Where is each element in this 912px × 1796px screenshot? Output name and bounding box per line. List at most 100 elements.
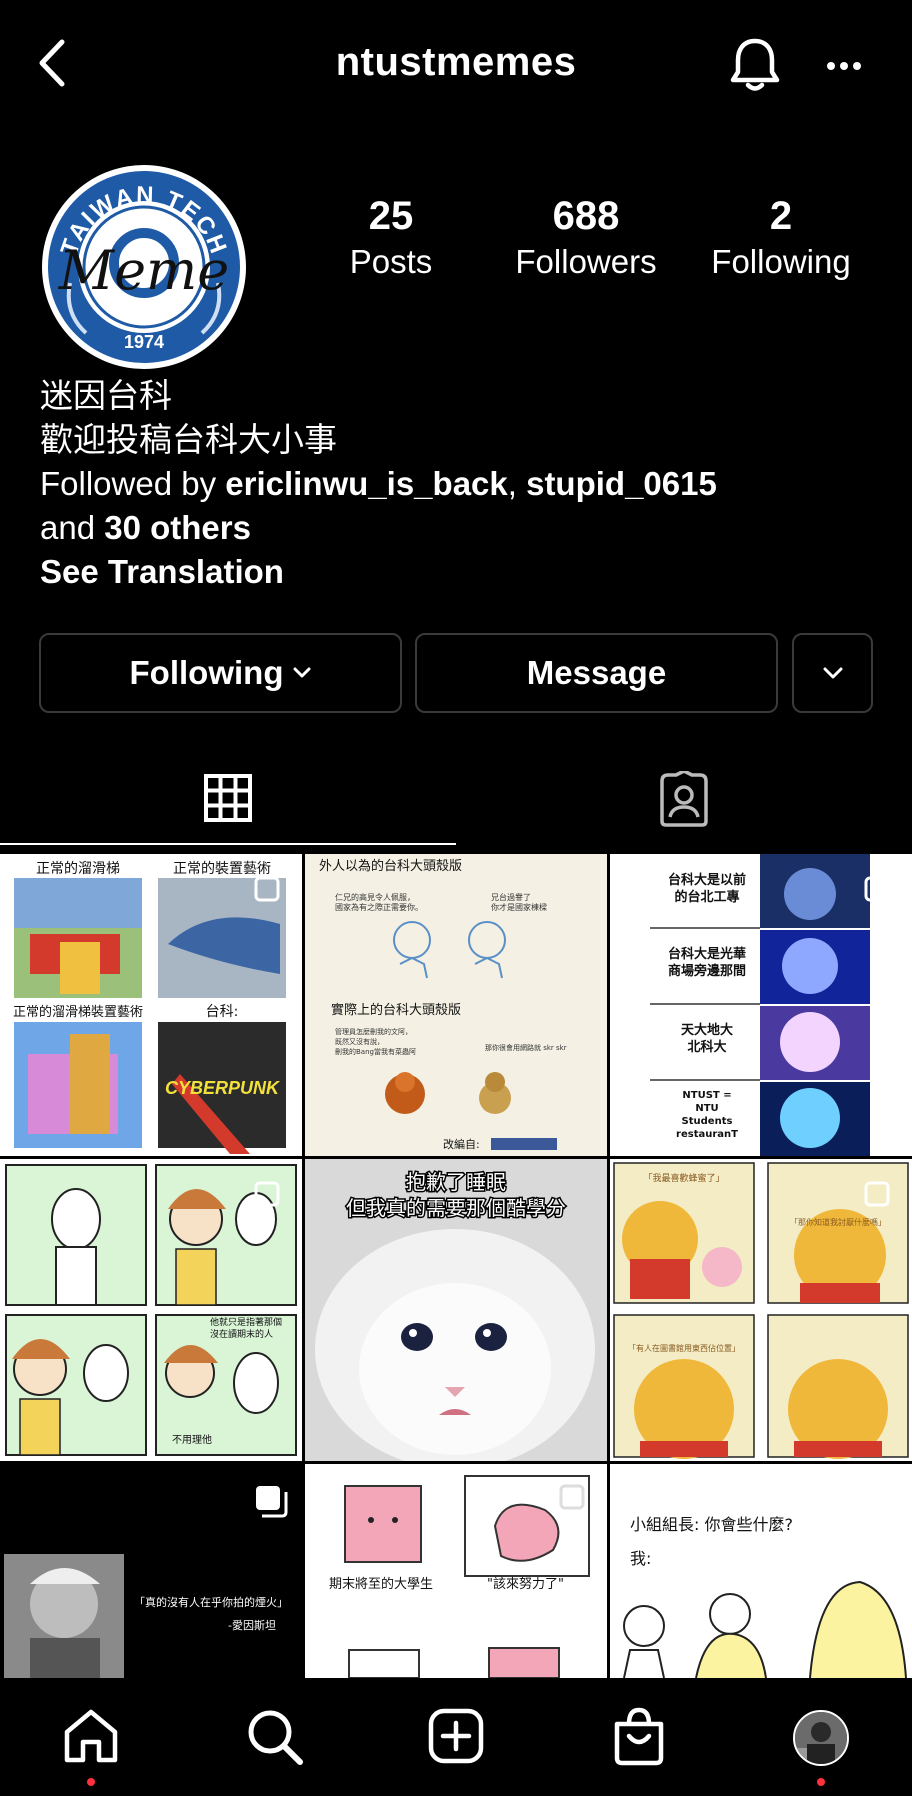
add-post-icon[interactable] (428, 1708, 484, 1764)
posts-label: Posts (349, 243, 433, 280)
profile-notification-dot (817, 1778, 825, 1786)
followers-count: 688 (552, 194, 620, 238)
post-text: 「有人在圖書館用東西佔位置」 (628, 1343, 740, 1353)
post-text: "該來努力了" (487, 1576, 564, 1592)
avatar-year: 1974 (124, 332, 164, 352)
tagged-icon (660, 771, 708, 827)
post-text: 既然又沒有說， (335, 1037, 384, 1046)
see-translation-link[interactable]: See Translation (40, 550, 284, 594)
post-text: 改編自: (443, 1137, 480, 1151)
chevron-down-icon (293, 667, 311, 679)
post-text: 他就只是指著那個 (210, 1316, 282, 1328)
followed-by-prefix: Followed by (40, 465, 226, 502)
tab-tagged[interactable] (656, 771, 712, 827)
bottom-nav-bar (0, 1678, 912, 1796)
message-button[interactable]: Message (415, 633, 778, 713)
followed-by-user-1[interactable]: ericlinwu_is_back (225, 465, 507, 502)
home-notification-dot (87, 1778, 95, 1786)
post-text: 「我最喜歡蜂蜜了」 (643, 1172, 724, 1184)
more-icon[interactable] (826, 60, 862, 72)
post-text: 台科: (206, 1004, 239, 1020)
multiple-posts-icon (254, 1484, 288, 1518)
post-text: 那你很會用網路就 skr skr (485, 1043, 567, 1052)
post-text: 外人以為的台科大頭殼版 (319, 858, 462, 874)
post-text: 天大地大 (681, 1022, 733, 1038)
post-thumbnail[interactable]: 小組組長: 你會些什麼? 我: (610, 1464, 912, 1678)
post-thumbnail[interactable]: 抱歉了睡眠 但我真的需要那個酷學分 (305, 1159, 607, 1461)
post-text: 抱歉了睡眠 (406, 1170, 506, 1194)
post-text: 你才是國家棟樑 (491, 902, 547, 912)
post-text: CYBERPUNK (165, 1078, 281, 1098)
multiple-posts-icon (864, 1181, 892, 1209)
followed-by-user-2[interactable]: stupid_0615 (526, 465, 717, 502)
post-text: 仁兄的高見令人佩服， (335, 892, 415, 902)
post-text: 實際上的台科大頭殼版 (331, 1002, 461, 1018)
multiple-posts-icon (254, 876, 282, 904)
post-thumbnail[interactable]: 期末將至的大學生 "該來努力了" (305, 1464, 607, 1678)
grid-icon (204, 774, 252, 822)
followed-by-separator: , (507, 465, 527, 502)
post-text: 商場旁邊那間 (668, 963, 746, 979)
post-text: 期末將至的大學生 (329, 1576, 433, 1592)
post-text: -愛因斯坦 (228, 1618, 276, 1632)
avatar-scribble: Meme (58, 239, 229, 302)
post-text: 「真的沒有人在乎你拍的煙火」 (134, 1595, 288, 1609)
followed-by-line[interactable]: Followed by ericlinwu_is_back, stupid_06… (40, 462, 717, 506)
home-icon[interactable] (62, 1708, 120, 1764)
profile-bio: 歡迎投稿台科大小事 (40, 420, 337, 459)
post-thumbnail[interactable]: 他就只是指著那個 沒在讀期末的人 不用理他 (0, 1159, 302, 1461)
post-text: 台科大是光華 (668, 946, 746, 962)
post-text: 小組組長: 你會些什麼? (630, 1515, 793, 1534)
followed-by-others[interactable]: 30 others (104, 509, 251, 546)
profile-name: 迷因台科 (40, 376, 172, 415)
multiple-posts-icon (864, 876, 892, 904)
tab-posts-grid[interactable] (203, 773, 253, 823)
following-button[interactable]: Following (39, 633, 402, 713)
post-text: NTU (695, 1103, 718, 1114)
active-tab-indicator (0, 843, 456, 845)
post-thumbnail[interactable]: 「我最喜歡蜂蜜了」 「那你知道我討厭什麼嗎」 「有人在圖書館用東西佔位置」 (610, 1159, 912, 1461)
post-text: 正常的溜滑梯裝置藝術 (13, 1004, 143, 1020)
followed-by-and: and (40, 509, 105, 546)
post-text: 台科大是以前 (668, 872, 746, 888)
post-text: 沒在讀期末的人 (210, 1328, 273, 1340)
post-text: 正常的裝置藝術 (173, 861, 271, 877)
post-text: 我: (630, 1549, 651, 1568)
search-icon[interactable] (246, 1708, 304, 1766)
post-text: restauranT (676, 1129, 738, 1140)
post-text: NTUST = (682, 1090, 731, 1101)
profile-avatar[interactable]: TAIWAN TECH 1974 Meme (40, 163, 248, 371)
following-label: Following (711, 243, 851, 280)
message-button-label: Message (526, 654, 667, 691)
stat-following[interactable]: 2 Following (681, 192, 881, 284)
bell-icon[interactable] (728, 36, 782, 94)
followed-by-others-line[interactable]: and 30 others (40, 506, 251, 550)
post-text: 兄台過譽了 (491, 892, 531, 902)
suggested-accounts-button[interactable] (792, 633, 873, 713)
post-thumbnail[interactable]: 正常的溜滑梯 正常的裝置藝術 正常的溜滑梯裝置藝術 台科: CYBERPUNK (0, 854, 302, 1156)
shop-icon[interactable] (612, 1706, 666, 1766)
post-thumbnail[interactable]: 台科大是以前 的台北工專 台科大是光華 商場旁邊那間 天大地大 北科大 NTUS… (610, 854, 912, 1156)
following-button-label: Following (129, 654, 284, 691)
multiple-posts-icon (254, 1181, 282, 1209)
post-text: 北科大 (687, 1039, 726, 1055)
post-text: 管理員怎麼刪我的文阿， (335, 1027, 412, 1036)
profile-avatar[interactable] (793, 1710, 849, 1766)
post-text: 刪我的Bang當我有菜蟲阿 (335, 1047, 416, 1056)
post-text: 不用理他 (172, 1433, 212, 1446)
post-text: 國家為有之際正需要你。 (335, 902, 423, 912)
stat-posts[interactable]: 25 Posts (291, 192, 491, 284)
post-thumbnail[interactable]: 「真的沒有人在乎你拍的煙火」 -愛因斯坦 (0, 1464, 302, 1678)
followers-label: Followers (515, 243, 657, 280)
following-count: 2 (769, 194, 793, 238)
post-text: 的台北工專 (674, 889, 739, 905)
post-text: Students (682, 1116, 733, 1127)
chevron-down-icon (823, 667, 843, 680)
post-text: 「那你知道我討厭什麼嗎」 (790, 1217, 886, 1227)
stat-followers[interactable]: 688 Followers (486, 192, 686, 284)
multiple-posts-icon (559, 1484, 587, 1512)
post-text: 但我真的需要那個酷學分 (346, 1196, 566, 1220)
posts-count: 25 (368, 194, 414, 238)
post-text: 正常的溜滑梯 (36, 860, 120, 877)
post-thumbnail[interactable]: 外人以為的台科大頭殼版 仁兄的高見令人佩服， 國家為有之際正需要你。 兄台過譽了… (305, 854, 607, 1156)
